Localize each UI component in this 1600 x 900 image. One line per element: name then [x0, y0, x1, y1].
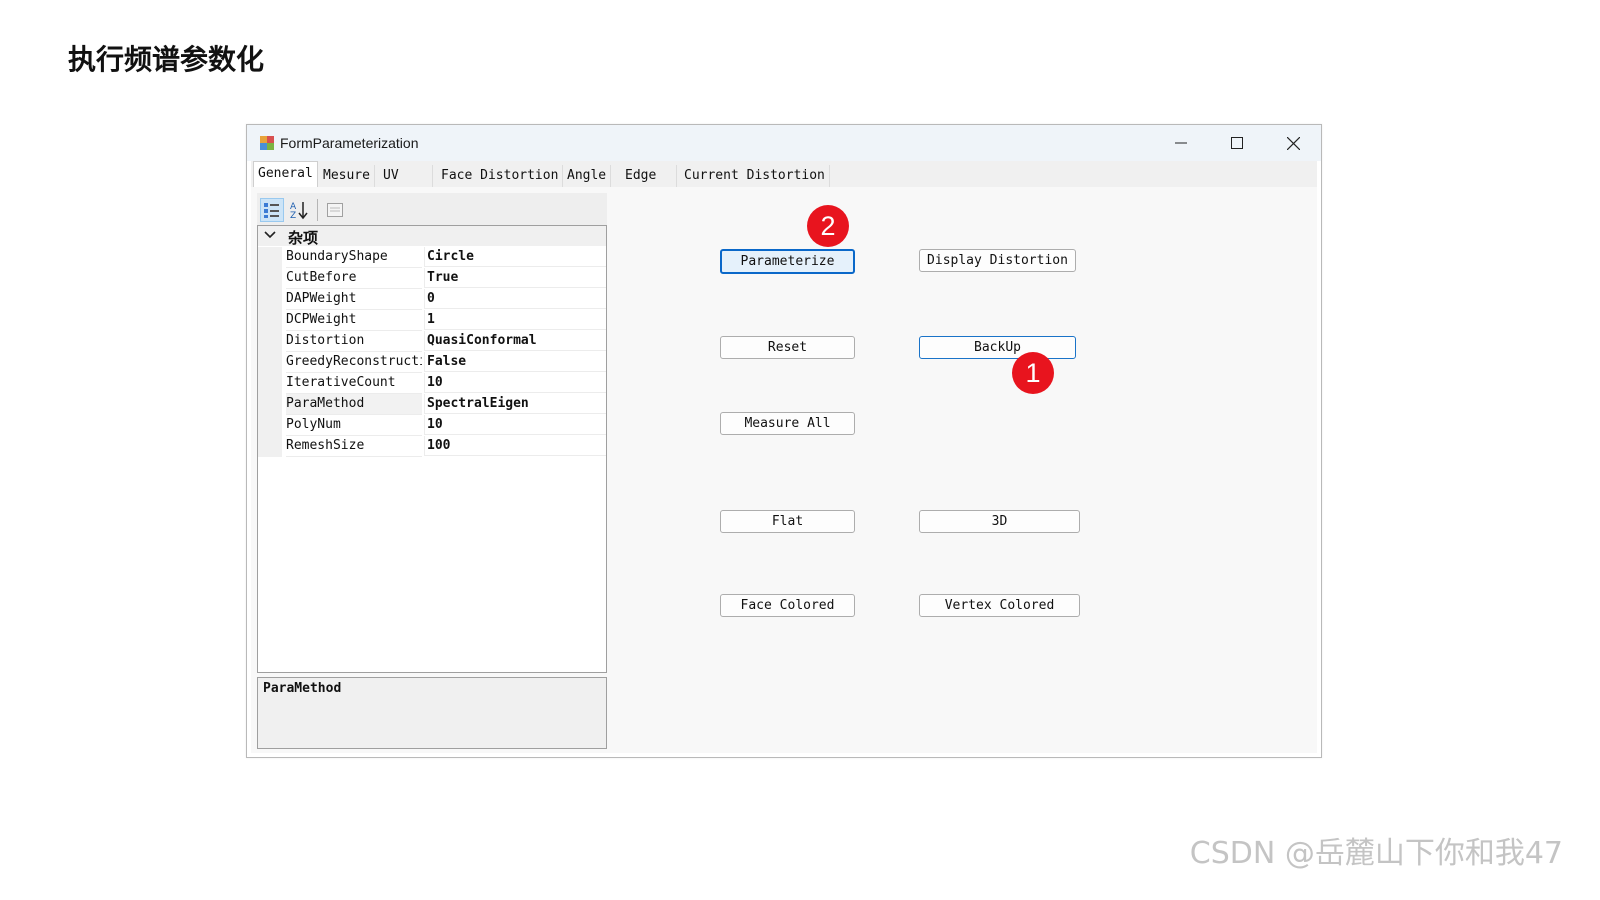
property-row-greedyreconstruction[interactable]: GreedyReconstructi False — [258, 352, 606, 373]
categorized-button[interactable] — [260, 198, 284, 222]
property-name: DAPWeight — [286, 289, 422, 310]
property-row-boundaryshape[interactable]: BoundaryShape Circle — [258, 247, 606, 268]
general-tab-panel: A Z 杂项 BoundaryShape Circle CutBefore Tr… — [251, 187, 1317, 753]
property-name: IterativeCount — [286, 373, 422, 394]
category-label: 杂项 — [288, 229, 319, 247]
measure-all-button[interactable]: Measure All — [720, 412, 855, 435]
property-row-distortion[interactable]: Distortion QuasiConformal — [258, 331, 606, 352]
maximize-icon — [1231, 137, 1243, 149]
property-name: PolyNum — [286, 415, 422, 436]
slide-title: 执行频谱参数化 — [68, 43, 265, 76]
reset-button[interactable]: Reset — [720, 336, 855, 359]
parameterize-button[interactable]: Parameterize — [720, 249, 855, 274]
chevron-down-icon[interactable] — [264, 230, 276, 240]
property-value[interactable]: True — [424, 268, 606, 288]
property-value[interactable]: SpectralEigen — [424, 394, 606, 414]
property-name: ParaMethod — [286, 394, 422, 415]
watermark: CSDN @岳麓山下你和我47 — [1189, 836, 1563, 871]
tab-face-distortion[interactable]: Face Distortion — [437, 165, 564, 187]
vertex-colored-button[interactable]: Vertex Colored — [919, 594, 1080, 617]
property-value[interactable]: False — [424, 352, 606, 372]
face-colored-button[interactable]: Face Colored — [720, 594, 855, 617]
step-marker-1: 1 — [1012, 352, 1054, 394]
property-row-paramethod[interactable]: ParaMethod SpectralEigen — [258, 394, 606, 415]
property-row-dcpweight[interactable]: DCPWeight 1 — [258, 310, 606, 331]
property-row-dapweight[interactable]: DAPWeight 0 — [258, 289, 606, 310]
alphabetical-button[interactable]: A Z — [287, 198, 311, 222]
title-bar[interactable]: FormParameterization — [247, 125, 1321, 161]
property-row-polynum[interactable]: PolyNum 10 — [258, 415, 606, 436]
property-value[interactable]: 0 — [424, 289, 606, 309]
window-title: FormParameterization — [280, 135, 419, 151]
display-distortion-button[interactable]: Display Distortion — [919, 249, 1076, 272]
property-name: RemeshSize — [286, 436, 422, 457]
3d-button[interactable]: 3D — [919, 510, 1080, 533]
property-pages-icon — [327, 203, 343, 217]
tab-mesure[interactable]: Mesure — [319, 165, 375, 187]
app-icon — [260, 136, 274, 150]
tab-strip: General Mesure UV Face Distortion Angle … — [251, 161, 1317, 188]
property-row-remeshsize[interactable]: RemeshSize 100 — [258, 436, 606, 457]
tab-edge[interactable]: Edge — [621, 165, 677, 187]
form-parameterization-window: FormParameterization General Mesure UV F… — [246, 124, 1322, 758]
minimize-icon — [1175, 142, 1187, 144]
property-name: CutBefore — [286, 268, 422, 289]
property-name: GreedyReconstructi — [286, 352, 422, 373]
categorized-icon — [264, 203, 279, 218]
property-name: DCPWeight — [286, 310, 422, 331]
tab-uv[interactable]: UV — [379, 165, 433, 187]
property-grid-toolbar: A Z — [257, 193, 607, 225]
category-row[interactable]: 杂项 — [258, 226, 606, 247]
property-value[interactable]: 1 — [424, 310, 606, 330]
alphabetical-sort-icon: A Z — [290, 202, 308, 220]
step-marker-2: 2 — [807, 205, 849, 247]
minimize-button[interactable] — [1153, 125, 1209, 161]
backup-button[interactable]: BackUp — [919, 336, 1076, 359]
flat-button[interactable]: Flat — [720, 510, 855, 533]
tab-angle[interactable]: Angle — [563, 165, 612, 187]
property-row-iterativecount[interactable]: IterativeCount 10 — [258, 373, 606, 394]
property-pages-button[interactable] — [323, 198, 347, 222]
tab-current-distortion[interactable]: Current Distortion — [680, 165, 830, 187]
property-value[interactable]: QuasiConformal — [424, 331, 606, 351]
property-name: Distortion — [286, 331, 422, 352]
toolbar-separator — [317, 199, 318, 221]
property-description-panel: ParaMethod — [257, 677, 607, 749]
property-name: BoundaryShape — [286, 247, 422, 268]
property-value[interactable]: 10 — [424, 415, 606, 435]
svg-text:Z: Z — [290, 211, 296, 220]
maximize-button[interactable] — [1209, 125, 1265, 161]
property-value[interactable]: 100 — [424, 436, 606, 456]
property-value[interactable]: 10 — [424, 373, 606, 393]
close-button[interactable] — [1265, 125, 1321, 161]
property-row-cutbefore[interactable]: CutBefore True — [258, 268, 606, 289]
description-title: ParaMethod — [263, 681, 342, 696]
property-value[interactable]: Circle — [424, 247, 606, 267]
tab-general[interactable]: General — [253, 161, 318, 188]
close-icon — [1286, 136, 1300, 150]
property-grid: 杂项 BoundaryShape Circle CutBefore True D… — [257, 225, 607, 673]
